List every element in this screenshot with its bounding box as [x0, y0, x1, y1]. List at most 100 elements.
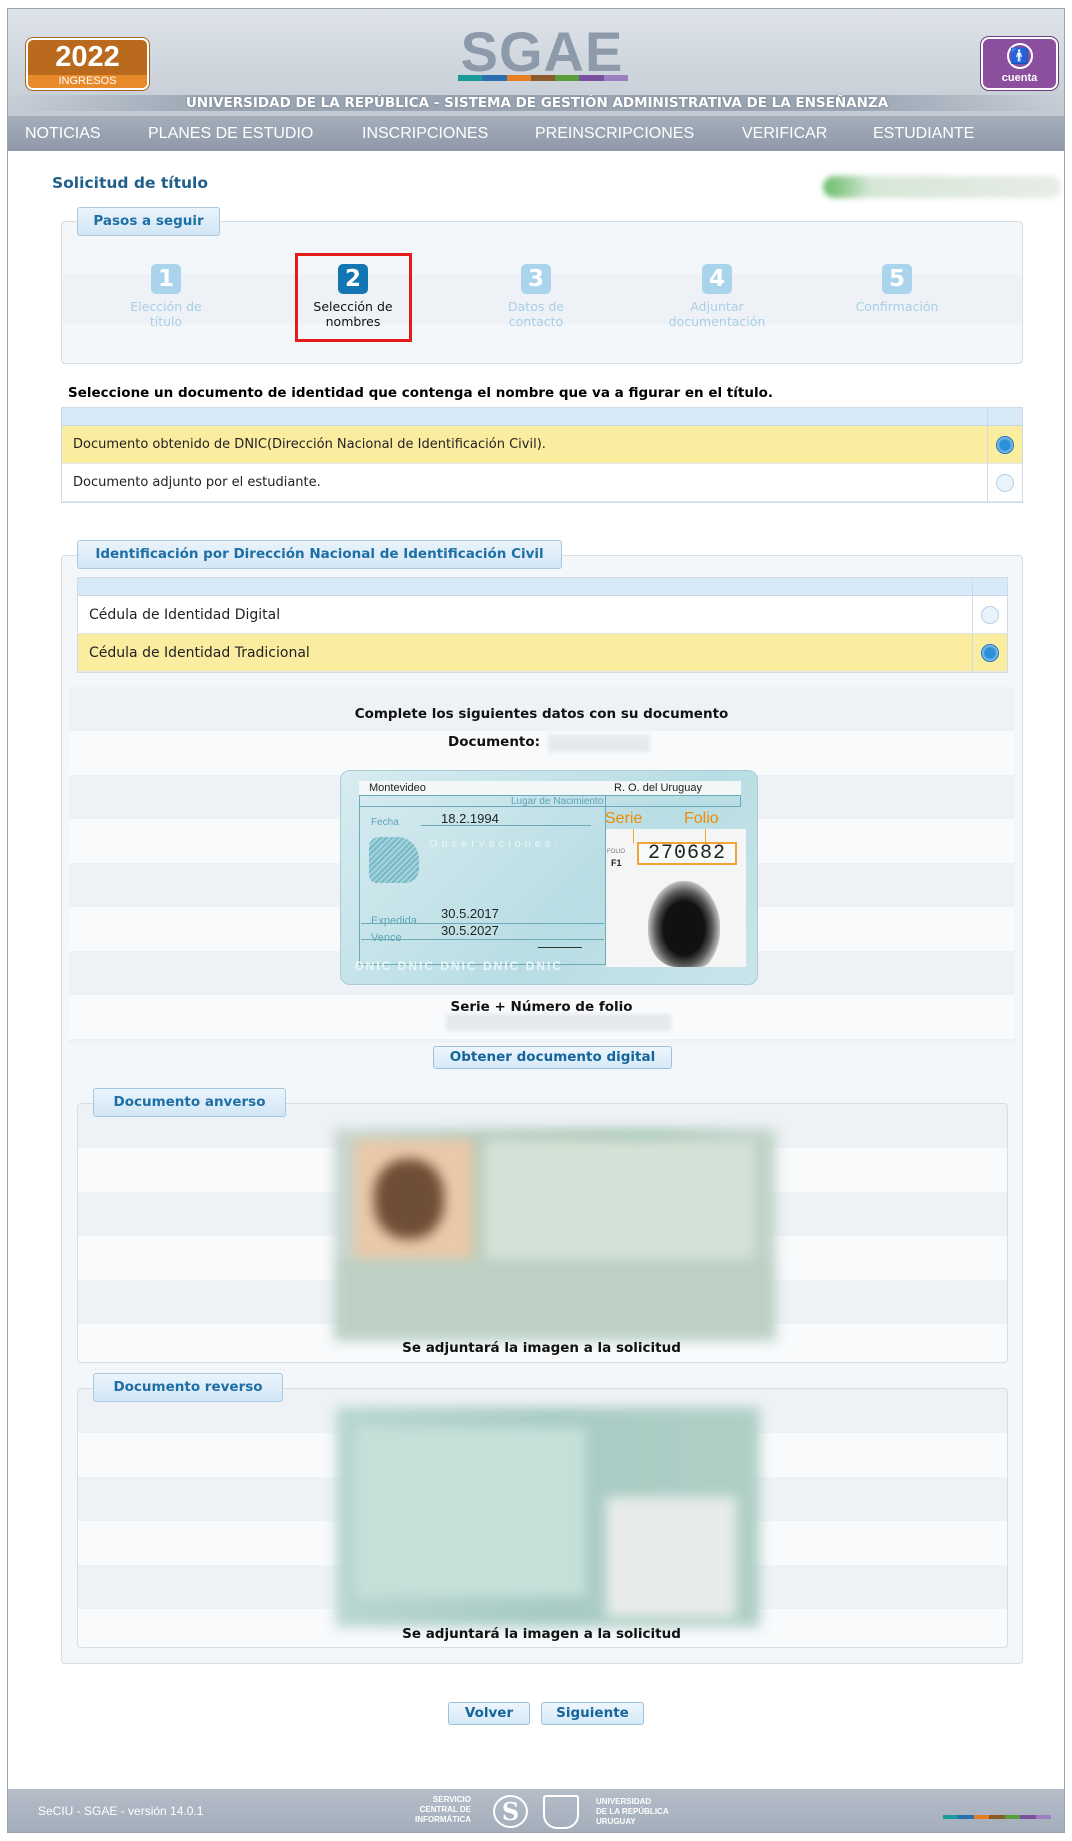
radio-student[interactable] — [996, 474, 1014, 492]
logo-color-segment — [555, 75, 580, 81]
page-title: Solicitud de título — [52, 174, 209, 192]
footer-udelar-logo: UNIVERSIDAD DE LA REPÚBLICA URUGUAY — [596, 1797, 669, 1827]
card-folio-number: 270682 — [637, 842, 737, 865]
card-expedida-label: Expedida — [371, 915, 417, 927]
back-button[interactable]: Volver — [448, 1702, 530, 1725]
card-city: Montevideo — [369, 782, 426, 794]
obtain-digital-document-button[interactable]: Obtener documento digital — [433, 1046, 672, 1069]
card-date-label: Fecha — [371, 817, 399, 828]
card-serie-label: Serie — [605, 810, 643, 827]
udelar-shield-icon — [543, 1795, 579, 1829]
footer-sci-line: CENTRAL DE — [419, 1805, 471, 1814]
next-button[interactable]: Siguiente — [541, 1702, 644, 1725]
fingerprint-icon — [648, 881, 720, 967]
radio-cedula-tradicional[interactable] — [981, 644, 999, 662]
nav-preinscripciones[interactable]: PREINSCRIPCIONES — [535, 116, 694, 152]
step-label: Adjuntar — [690, 299, 744, 314]
step-number: 4 — [702, 264, 732, 294]
step-number: 3 — [521, 264, 551, 294]
footer-sci-logo: SERVICIO CENTRAL DE INFORMÁTICA — [401, 1795, 471, 1825]
option-label: Cédula de Identidad Tradicional — [89, 645, 310, 661]
status-indicator-blurred — [823, 176, 1061, 198]
nav-noticias[interactable]: NOTICIAS — [25, 116, 101, 152]
page-frame: 2022 INGRESOS SGAE 🚹 cuenta UNIVERSIDAD … — [7, 8, 1065, 1833]
badge-year-text: 2022 — [55, 41, 120, 73]
step-datos-contacto[interactable]: 3 Datos de contacto — [461, 264, 611, 329]
card-expedida-date: 30.5.2017 — [441, 906, 499, 921]
step-label-2: contacto — [508, 314, 564, 329]
footer-color-segment — [1020, 1815, 1036, 1819]
account-label: cuenta — [1001, 72, 1038, 84]
option-student-document[interactable]: Documento adjunto por el estudiante. — [62, 464, 1022, 502]
footer-udelar-line: UNIVERSIDAD — [596, 1797, 652, 1806]
nav-planes-de-estudio[interactable]: PLANES DE ESTUDIO — [148, 116, 313, 152]
step-number: 5 — [882, 264, 912, 294]
radio-cedula-digital[interactable] — [981, 606, 999, 624]
logo-color-segment — [579, 75, 604, 81]
signature-icon — [537, 936, 589, 948]
card-folio-prefix: FOLIO — [607, 849, 626, 855]
sci-s-logo-icon: S — [493, 1795, 528, 1828]
anverso-caption: Se adjuntará la imagen a la solicitud — [402, 1340, 681, 1356]
footer-udelar-line: DE LA REPÚBLICA — [596, 1807, 669, 1816]
step-label: Confirmación — [855, 299, 939, 314]
id-card-reference-image: Montevideo R. O. del Uruguay Lugar de Na… — [340, 770, 758, 985]
footer-version: SeCIU - SGAE - versión 14.0.1 — [38, 1804, 204, 1818]
anverso-legend: Documento anverso — [93, 1088, 286, 1117]
step-eleccion-titulo[interactable]: 1 Elección de título — [91, 264, 241, 329]
card-vence-date: 30.5.2027 — [441, 923, 499, 938]
step-adjuntar-documentacion[interactable]: 4 Adjuntar documentación — [642, 264, 792, 329]
logo-color-bar — [458, 75, 628, 81]
option-label: Cédula de Identidad Digital — [89, 607, 281, 623]
sgae-logo[interactable]: SGAE — [453, 24, 631, 80]
footer-sci-line: INFORMÁTICA — [415, 1815, 471, 1824]
footer-color-segment — [1035, 1815, 1051, 1819]
accessibility-person-icon: 🚹 — [1006, 43, 1033, 69]
document-number-input[interactable] — [548, 735, 650, 752]
serie-folio-label: Serie + Número de folio — [450, 999, 633, 1015]
option-dnic-document[interactable]: Documento obtenido de DNIC(Dirección Nac… — [62, 426, 1022, 464]
document-instruction: Seleccione un documento de identidad que… — [68, 385, 773, 401]
option-cedula-tradicional[interactable]: Cédula de Identidad Tradicional — [78, 634, 1007, 672]
card-country: R. O. del Uruguay — [614, 782, 703, 794]
card-watermark: DNIC DNIC DNIC DNIC DNIC — [355, 959, 563, 973]
document-source-table: Documento obtenido de DNIC(Dirección Nac… — [61, 407, 1023, 503]
footer-color-segment — [973, 1815, 990, 1819]
nav-inscripciones[interactable]: INSCRIPCIONES — [362, 116, 488, 152]
logo-color-segment — [482, 75, 507, 81]
card-birthplace-label: Lugar de Nacimiento — [511, 796, 604, 807]
step-confirmacion[interactable]: 5 Confirmación — [822, 264, 972, 314]
account-button[interactable]: 🚹 cuenta — [981, 37, 1058, 90]
logo-color-segment — [458, 75, 483, 81]
nav-estudiante[interactable]: ESTUDIANTE — [873, 116, 974, 152]
card-vence-label: Vence — [371, 932, 402, 944]
reverso-image — [336, 1407, 760, 1627]
logo-color-segment — [530, 75, 556, 81]
footer-color-segment — [1004, 1815, 1021, 1819]
option-label: Documento adjunto por el estudiante. — [73, 475, 321, 490]
card-birth-date: 18.2.1994 — [441, 811, 499, 826]
step-label-2: título — [149, 314, 183, 329]
table-header — [62, 408, 1022, 426]
nav-verificar[interactable]: VERIFICAR — [742, 116, 827, 152]
serie-folio-input[interactable] — [446, 1014, 671, 1031]
radio-dnic[interactable] — [996, 436, 1014, 454]
complete-instruction: Complete los siguientes datos con su doc… — [354, 706, 729, 722]
steps-legend: Pasos a seguir — [77, 207, 220, 236]
step-label: Datos de — [508, 299, 564, 314]
logo-color-segment — [603, 75, 628, 81]
card-folio-label: Folio — [684, 810, 719, 827]
institution-subtitle: UNIVERSIDAD DE LA REPÚBLICA - SISTEMA DE… — [8, 95, 1064, 111]
document-label: Documento: — [448, 734, 541, 750]
footer-color-segment — [943, 1815, 959, 1819]
ingresos-2022-badge[interactable]: 2022 INGRESOS — [26, 38, 149, 90]
reverso-legend: Documento reverso — [93, 1373, 283, 1402]
reverso-caption: Se adjuntará la imagen a la solicitud — [402, 1626, 681, 1642]
footer-udelar-line: URUGUAY — [596, 1817, 636, 1826]
footer-color-strip — [943, 1815, 1051, 1819]
badge-subtitle: INGRESOS — [28, 75, 147, 88]
card-serie-value: F1 — [611, 858, 622, 868]
option-cedula-digital[interactable]: Cédula de Identidad Digital — [78, 596, 1007, 634]
card-observaciones-label: Observaciones: — [429, 838, 562, 850]
active-step-highlight — [295, 253, 412, 342]
